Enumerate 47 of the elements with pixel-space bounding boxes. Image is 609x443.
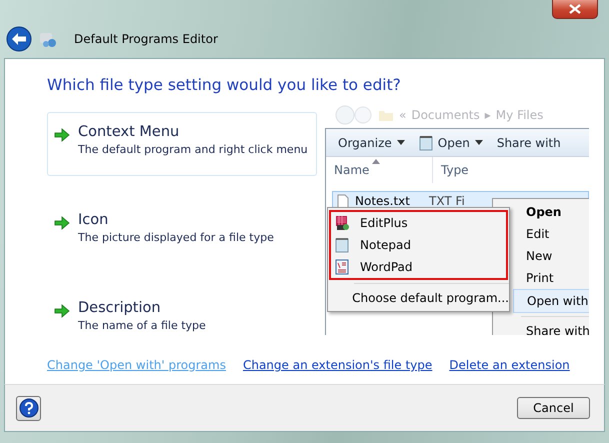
toolbar-button[interactable]: Share with <box>496 136 561 150</box>
menu-item[interactable]: New <box>513 245 589 267</box>
menu-item[interactable]: Choose default program... <box>328 287 509 309</box>
column-header[interactable]: Name <box>326 157 433 183</box>
option-title: Icon <box>78 212 110 228</box>
menu-item[interactable]: Print <box>513 267 589 289</box>
nav-buttons-icon <box>335 105 373 125</box>
arrow-icon <box>54 216 70 230</box>
document-icon <box>334 259 350 275</box>
toolbar-button[interactable]: Organize <box>338 136 405 150</box>
notepad-icon <box>418 134 433 150</box>
option-link[interactable]: Context Menu The default program and right click menu <box>47 112 317 176</box>
file-type: TXT Fi <box>429 194 465 208</box>
editor-icon <box>334 215 350 231</box>
menu-item[interactable]: Open with <box>513 289 589 313</box>
toolbar-button[interactable]: Open <box>418 134 483 150</box>
notepad-icon <box>334 237 350 253</box>
caret-icon <box>474 140 483 145</box>
caret-icon <box>396 140 405 145</box>
option-title: Context Menu <box>78 124 180 140</box>
cancel-button[interactable]: Cancel <box>517 397 590 419</box>
arrow-icon <box>54 304 70 318</box>
menu-item[interactable]: Notepad <box>331 234 506 256</box>
arrow-icon <box>54 128 70 142</box>
option-description: The picture displayed for a file type <box>78 231 274 244</box>
option-title: Description <box>78 300 162 316</box>
option-description: The default program and right click menu <box>78 143 308 156</box>
menu-item[interactable]: Edit <box>513 223 589 245</box>
sort-icon <box>372 159 380 164</box>
option-link[interactable]: Description The name of a file type <box>47 288 317 352</box>
help-button[interactable] <box>16 396 41 420</box>
file-name: Notes.txt <box>355 194 411 208</box>
option-link[interactable]: Icon The picture displayed for a file type <box>47 200 317 264</box>
column-header[interactable]: Type <box>433 157 539 183</box>
close-icon <box>568 4 582 14</box>
link[interactable]: Change an extension's file type <box>242 358 432 372</box>
menu-item[interactable]: EditPlus <box>331 212 506 234</box>
menu-item[interactable]: Share with <box>513 320 589 335</box>
option-description: The name of a file type <box>78 319 206 332</box>
menu-item[interactable]: WordPad <box>331 256 506 278</box>
back-button[interactable] <box>6 26 32 52</box>
close-button[interactable] <box>552 0 598 19</box>
window-title: Default Programs Editor <box>74 32 218 46</box>
folder-icon <box>378 108 394 122</box>
help-icon <box>18 398 38 418</box>
page-heading: Which file type setting would you like to edit? <box>47 76 402 94</box>
link[interactable]: Delete an extension <box>449 358 570 372</box>
